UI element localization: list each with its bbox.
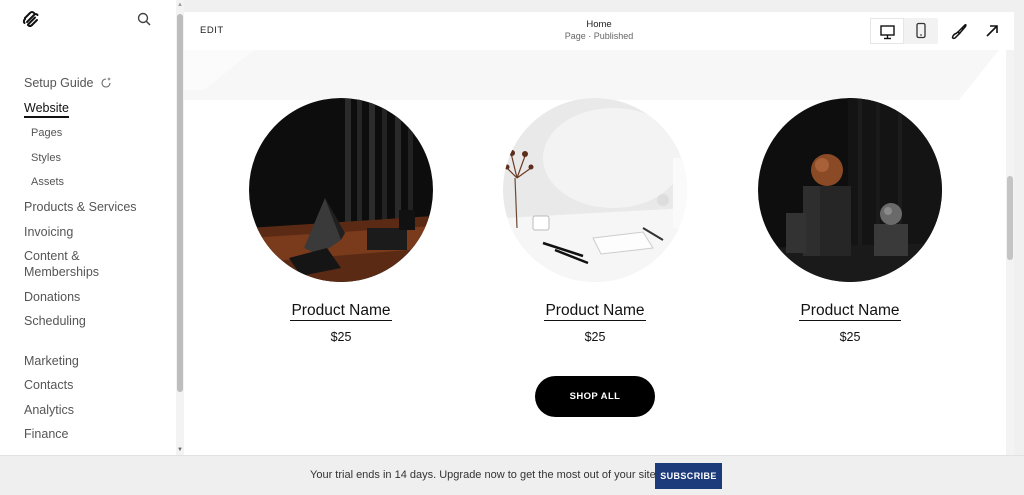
mobile-icon: [916, 22, 926, 39]
edit-button[interactable]: EDIT: [200, 25, 224, 36]
product-card[interactable]: Product Name $25: [503, 98, 687, 344]
mobile-view-button[interactable]: [904, 18, 938, 44]
canvas-scrollbar-thumb[interactable]: [1007, 176, 1013, 260]
sidebar-item-label: Marketing: [24, 354, 79, 368]
paintbrush-icon[interactable]: [950, 22, 968, 40]
product-name-link[interactable]: Product Name: [544, 302, 646, 321]
sidebar-item-donations[interactable]: Donations: [24, 290, 80, 304]
sidebar-item-pages[interactable]: Pages: [31, 127, 62, 139]
product-image[interactable]: [249, 98, 433, 282]
product-name-link[interactable]: Product Name: [290, 302, 392, 321]
trial-banner-text: Your trial ends in 14 days. Upgrade now …: [310, 469, 659, 481]
sidebar-item-label: Content &: [24, 249, 80, 263]
sidebar-item-contacts[interactable]: Contacts: [24, 378, 73, 392]
sidebar-item-finance[interactable]: Finance: [24, 427, 68, 441]
product-image-art: [758, 98, 942, 282]
sidebar-item-analytics[interactable]: Analytics: [24, 403, 74, 417]
sidebar-item-assets[interactable]: Assets: [31, 176, 64, 188]
page-canvas: Product Name $25 Product Name $25 Produc…: [184, 50, 1006, 455]
product-card[interactable]: Product Name $25: [758, 98, 942, 344]
sidebar-item-label: Scheduling: [24, 314, 86, 328]
product-name-link[interactable]: Product Name: [799, 302, 901, 321]
sidebar-item-label: Setup Guide: [24, 76, 94, 90]
sidebar-item-content-memberships[interactable]: Content &: [24, 249, 80, 263]
page-title: Home: [586, 19, 612, 30]
sidebar-item-website[interactable]: Website: [24, 101, 69, 118]
sidebar-item-label: Finance: [24, 427, 69, 441]
sidebar-item-label: Products & Services: [24, 200, 137, 214]
sidebar-item-label: Pages: [31, 127, 63, 139]
sidebar-item-label: Styles: [31, 152, 61, 164]
sidebar-item-label: Assets: [31, 176, 65, 188]
sidebar-item-invoicing[interactable]: Invoicing: [24, 225, 73, 239]
product-price: $25: [330, 330, 352, 344]
sidebar-item-label: Invoicing: [24, 225, 74, 239]
scroll-down-arrow-icon[interactable]: ▼: [177, 447, 183, 453]
sidebar-item-label: Donations: [24, 290, 81, 304]
sidebar-item-scheduling[interactable]: Scheduling: [24, 314, 86, 328]
desktop-view-button[interactable]: [870, 18, 904, 44]
sidebar-item-content-memberships-line2[interactable]: Memberships: [24, 265, 99, 279]
sidebar-header: [0, 0, 176, 40]
editor-toolbar: EDIT Home Page · Published: [184, 12, 1014, 50]
product-price: $25: [839, 330, 861, 344]
shop-all-button[interactable]: SHOP ALL: [535, 376, 655, 417]
sidebar-item-label: Memberships: [24, 265, 100, 279]
sidebar-item-styles[interactable]: Styles: [31, 152, 61, 164]
product-price: $25: [584, 330, 606, 344]
sidebar-scrollbar-thumb[interactable]: [177, 14, 183, 392]
sidebar-item-label: Website: [24, 101, 69, 118]
page-status: Page · Published: [564, 31, 634, 41]
sidebar-item-label: Analytics: [24, 403, 75, 417]
scroll-up-arrow-icon[interactable]: ▲: [177, 2, 183, 8]
subscribe-button[interactable]: SUBSCRIBE: [655, 463, 722, 489]
trial-banner: Your trial ends in 14 days. Upgrade now …: [0, 455, 1024, 495]
sidebar-item-label: Contacts: [24, 378, 74, 392]
product-image-art: [249, 98, 433, 282]
device-view-toggle: [870, 18, 938, 44]
search-icon[interactable]: [137, 12, 151, 26]
sidebar-item-marketing[interactable]: Marketing: [24, 354, 79, 368]
product-card[interactable]: Product Name $25: [249, 98, 433, 344]
squarespace-logo-icon[interactable]: [22, 10, 40, 28]
sparkle-icon: [101, 77, 111, 88]
sidebar-item-setup-guide[interactable]: Setup Guide: [24, 76, 112, 90]
product-image[interactable]: [758, 98, 942, 282]
arrow-up-right-icon[interactable]: [984, 23, 1000, 39]
desktop-icon: [880, 25, 895, 40]
product-image-art: [503, 98, 687, 282]
sidebar: Setup Guide Website Pages Styles Assets …: [0, 0, 176, 455]
sidebar-item-products-services[interactable]: Products & Services: [24, 200, 137, 214]
product-image[interactable]: [503, 98, 687, 282]
